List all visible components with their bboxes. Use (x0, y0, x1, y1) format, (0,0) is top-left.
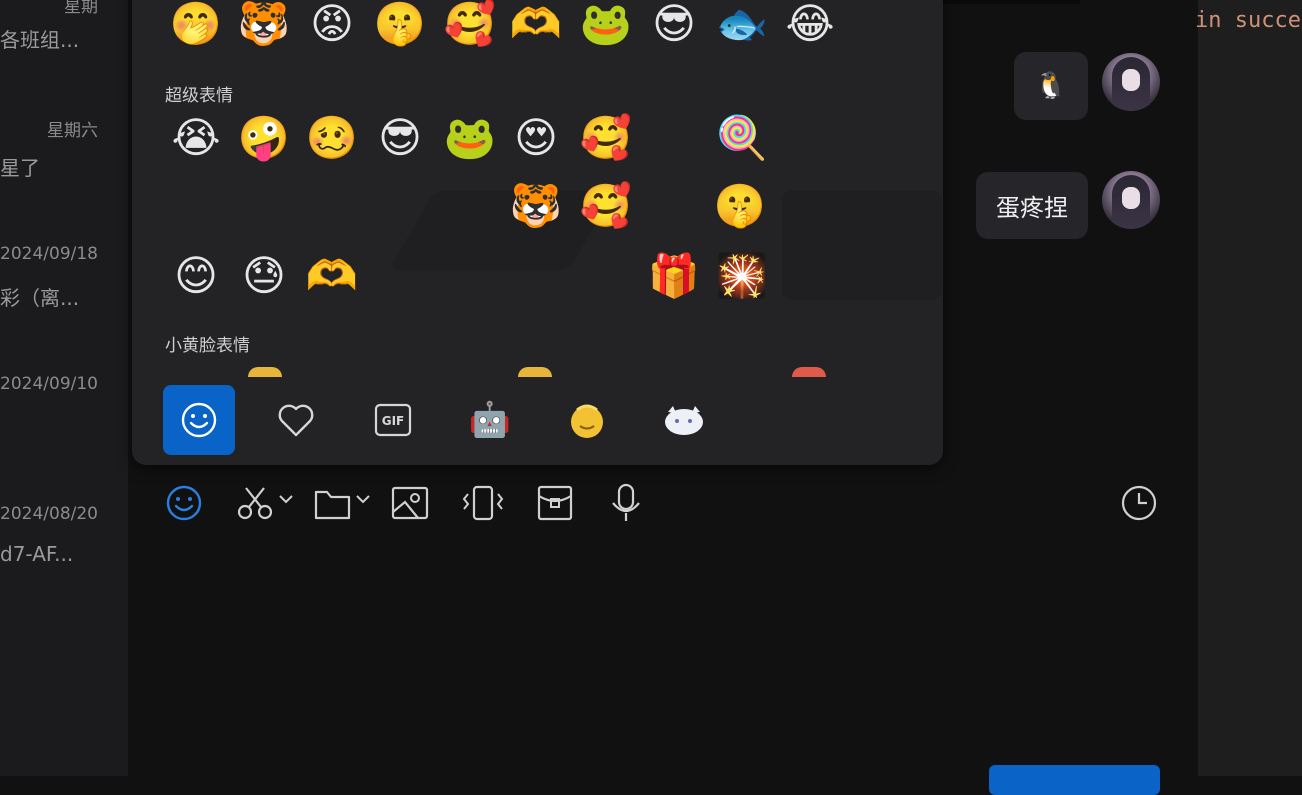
emoji-item[interactable]: 😂 (782, 0, 838, 50)
heart-icon (278, 404, 314, 437)
emoji-item[interactable]: 🤫 (372, 0, 428, 50)
section-title-super: 超级表情 (165, 86, 233, 106)
emoji-item[interactable]: 🥰 (578, 182, 634, 232)
emoji-item[interactable]: 🐯 (236, 0, 292, 50)
emoji-item[interactable]: 🤭 (168, 0, 224, 50)
message-text: 蛋疼捏 (996, 194, 1068, 222)
emoji-item[interactable]: 😍 (508, 114, 564, 164)
conversation-preview[interactable]: 彩（离... (0, 282, 79, 311)
tab-emoji[interactable] (163, 385, 235, 455)
emoji-item[interactable]: 🐸 (578, 0, 634, 50)
text-message[interactable]: 蛋疼捏 (976, 172, 1088, 239)
code-snippet: in succe (1195, 8, 1301, 33)
tab-gif[interactable]: GIF (357, 385, 429, 455)
avatar[interactable] (1102, 53, 1160, 111)
emoji-item[interactable]: 🐯 (508, 182, 564, 232)
emoji-item[interactable]: 🥴 (304, 114, 360, 164)
conversation-preview[interactable]: 星了 (0, 152, 40, 181)
emoji-item[interactable]: 😡 (304, 0, 360, 50)
emoji-item[interactable]: 🐟 (714, 0, 770, 50)
conversation-date: 星期六 (47, 121, 98, 141)
yellow-face-icon (571, 404, 603, 438)
emoji-item[interactable]: 😭 (168, 114, 224, 164)
conversation-date: 2024/08/20 (0, 504, 98, 524)
image-icon[interactable] (390, 484, 430, 522)
emoji-icon[interactable] (164, 484, 204, 522)
conversation-preview[interactable]: 各班组... (0, 24, 79, 53)
emoji-item[interactable]: 🍭 (714, 114, 770, 164)
emoji-item[interactable]: 🐸 (442, 114, 498, 164)
emoji-item[interactable]: 🫶 (304, 252, 360, 302)
emoji-item[interactable]: 🥰 (442, 0, 498, 50)
emoji-item[interactable]: 😎 (646, 0, 702, 50)
code-editor-strip (1198, 0, 1302, 776)
emoji-item[interactable]: 🎁 (646, 252, 702, 302)
penguin-sticker-icon: 🐧 (1034, 71, 1068, 101)
emoji-item[interactable]: 🎇 (714, 252, 770, 302)
panel-shadow (943, 0, 1080, 4)
gif-icon: GIF (374, 403, 412, 437)
microphone-icon[interactable] (608, 483, 644, 522)
tab-sticker-pack-1[interactable]: 🤖 (454, 385, 526, 455)
section-title-small: 小黄脸表情 (165, 336, 250, 356)
conversation-preview[interactable]: d7-AF... (0, 542, 73, 566)
red-packet-icon[interactable] (536, 484, 574, 522)
emoji-item[interactable]: 🤫 (712, 182, 768, 232)
cat-sticker-icon (665, 406, 703, 435)
ghost-shape (782, 190, 942, 300)
conversation-date: 2024/09/10 (0, 374, 98, 394)
screenshot-icon[interactable] (236, 484, 298, 522)
emoji-item[interactable]: 😎 (372, 114, 428, 164)
avatar[interactable] (1102, 171, 1160, 229)
tab-favorites[interactable] (260, 385, 332, 455)
send-button[interactable] (989, 765, 1160, 795)
smiley-icon (181, 402, 217, 438)
shake-icon[interactable] (461, 484, 505, 522)
emoji-tab-bar: GIF 🤖 (132, 376, 943, 455)
emoji-item[interactable]: 🤪 (236, 114, 292, 164)
conversation-date: 2024/09/18 (0, 244, 98, 264)
sticker-message[interactable]: 🐧 (1014, 52, 1088, 120)
conversation-list: 星期 各班组... 星期六 星了 2024/09/18 彩（离... 2024/… (0, 0, 128, 776)
emoji-item[interactable]: 🥰 (578, 114, 634, 164)
tab-sticker-pack-2[interactable] (551, 385, 623, 455)
emoji-panel: 🤭 🐯 😡 🤫 🥰 🫶 🐸 😎 🐟 😂 超级表情 😭 🤪 🥴 😎 🐸 😍 🥰 🍭… (132, 0, 943, 465)
tab-sticker-pack-3[interactable] (648, 385, 720, 455)
history-icon[interactable] (1120, 484, 1158, 522)
emoji-item[interactable]: 🫶 (508, 0, 564, 50)
robot-sticker-icon: 🤖 (468, 400, 512, 440)
emoji-item[interactable]: 😓 (236, 252, 292, 302)
emoji-item[interactable]: 😊 (168, 252, 224, 302)
conversation-date: 星期 (64, 0, 98, 17)
svg-text:GIF: GIF (382, 414, 405, 428)
folder-icon[interactable] (313, 484, 375, 522)
